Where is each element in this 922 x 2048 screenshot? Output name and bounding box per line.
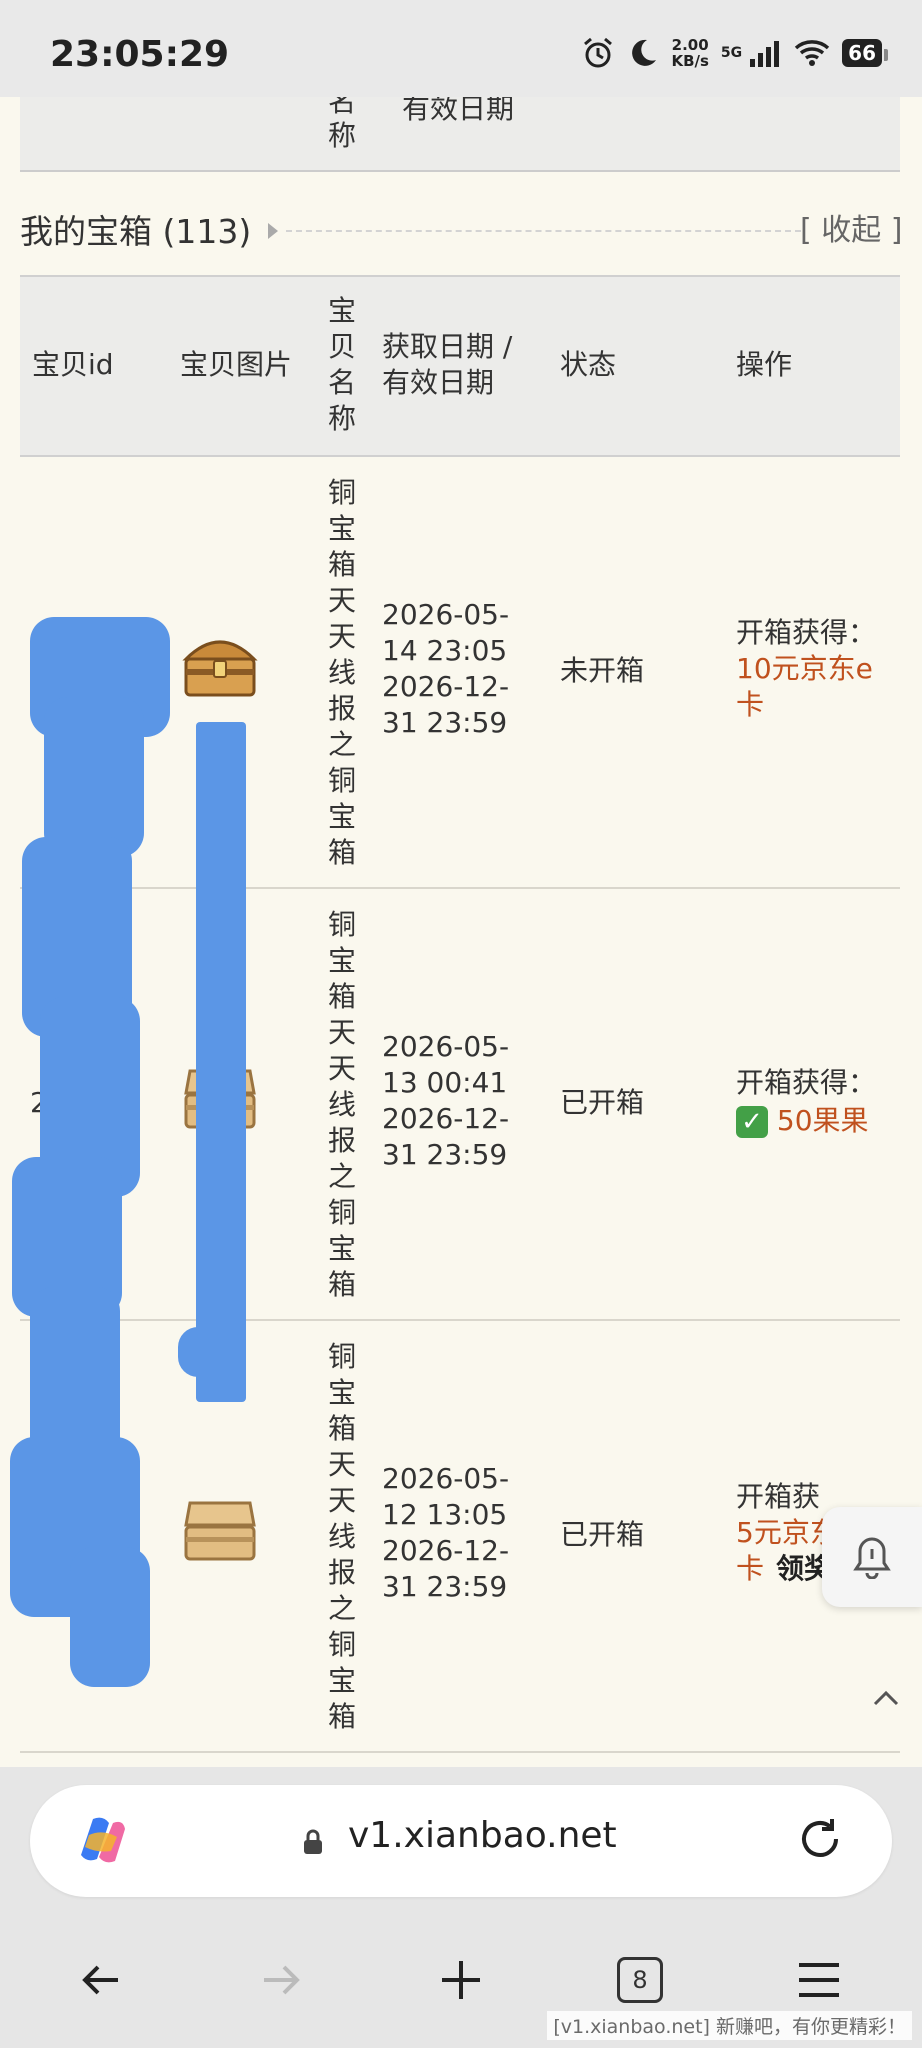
status-icons: 2.00 KB/s 5G 66 [581,36,888,70]
row-action-label: 开箱获得： [736,616,877,649]
th-id: 宝贝id [32,348,114,381]
divider [286,230,801,232]
th-image: 宝贝图片 [180,348,293,381]
table-row: 23 铜 宝 箱 天 天 线 报 之 铜 宝 箱 2026-05- 13 00:… [20,889,900,1321]
status-bar: 23:05:29 2.00 KB/s 5G 66 [0,0,922,97]
collapse-button[interactable]: [ 收起 ] [800,205,902,249]
row-reward-line: ✓ 50果果 [736,1103,869,1139]
status-time: 23:05:29 [50,34,230,75]
prev-header-date: 有效日期 [402,97,515,125]
network-type: 5G [720,45,743,61]
copilot-logo-icon[interactable] [75,1815,131,1867]
row-action-label: 开箱获得： [736,1066,877,1099]
row-get-date: 2026-05- 12 13:05 [382,1462,510,1531]
th-action: 操作 [736,348,793,381]
row-action-label: 开箱获 [736,1480,821,1513]
forward-arrow-icon[interactable] [258,1957,304,2003]
check-icon: ✓ [736,1106,768,1138]
back-arrow-icon[interactable] [78,1957,124,2003]
row-valid-date: 2026-12- 31 23:59 [382,1102,510,1171]
opened-chest-icon [184,1501,256,1561]
caret-right-icon [268,223,278,239]
tab-switcher-button[interactable]: 8 [617,1957,663,2003]
lock-icon [304,1829,322,1854]
chevron-up-icon [873,1690,899,1706]
menu-icon[interactable] [795,1957,843,2003]
moon-icon [627,37,659,69]
net-speed: 2.00 KB/s [671,36,709,70]
row-valid-date: 2026-12- 31 23:59 [382,670,510,739]
row-reward[interactable]: 50果果 [777,1104,869,1137]
signal-icon [748,39,782,67]
table-row: 23 8 铜 宝 箱 天 天 线 报 之 铜 宝 箱 2026-05- 12 1… [20,1321,900,1753]
wifi-icon [794,39,830,67]
reload-icon[interactable] [796,1815,844,1863]
url-text[interactable]: v1.xianbao.net [348,1815,617,1856]
row-status: 已开箱 [560,1518,645,1551]
prev-header-name: 名 称 [328,97,357,152]
row-name: 铜 宝 箱 天 天 线 报 之 铜 宝 箱 [327,1340,356,1733]
bell-icon [853,1537,891,1579]
row-status: 已开箱 [560,1086,645,1119]
watermark: [v1.xianbao.net] 新赚吧，有你更精彩！ [547,2011,912,2040]
browser-address-area: v1.xianbao.net [0,1767,922,1917]
row-name: 铜 宝 箱 天 天 线 报 之 铜 宝 箱 [327,476,356,869]
scroll-to-top-button[interactable] [872,1677,900,1715]
web-page: 名 称 有效日期 我的宝箱 (113) [ 收起 ] 宝贝id 宝贝图片 宝 贝… [0,97,922,1767]
row-valid-date: 2026-12- 31 23:59 [382,1534,510,1603]
section-title: 我的宝箱 (113) [20,212,252,251]
browser-nav-bar: 8 [v1.xianbao.net] 新赚吧，有你更精彩！ [0,1917,922,2048]
notification-bell-button[interactable] [822,1507,922,1607]
battery-icon: 66 [842,39,888,67]
row-get-date: 2026-05- 14 23:05 [382,598,510,667]
treasure-chest-icon [182,640,258,697]
new-tab-plus-icon[interactable] [438,1957,484,2003]
alarm-icon [581,36,615,70]
chest-table: 宝贝id 宝贝图片 宝 贝 名 称 获取日期 / 有效日期 状态 操作 2 铜 … [20,275,900,1753]
th-status: 状态 [560,348,617,381]
th-date: 获取日期 / 有效日期 [382,330,513,399]
th-name: 宝 贝 名 称 [327,294,356,435]
table-header: 宝贝id 宝贝图片 宝 贝 名 称 获取日期 / 有效日期 状态 操作 [20,275,900,457]
row-name: 铜 宝 箱 天 天 线 报 之 铜 宝 箱 [327,908,356,1301]
row-reward[interactable]: 10元京东e 卡 [736,651,873,723]
row-status: 未开箱 [560,654,645,687]
address-bar[interactable]: v1.xianbao.net [30,1785,892,1897]
row-get-date: 2026-05- 13 00:41 [382,1030,510,1099]
previous-table-header: 名 称 有效日期 [20,97,900,172]
